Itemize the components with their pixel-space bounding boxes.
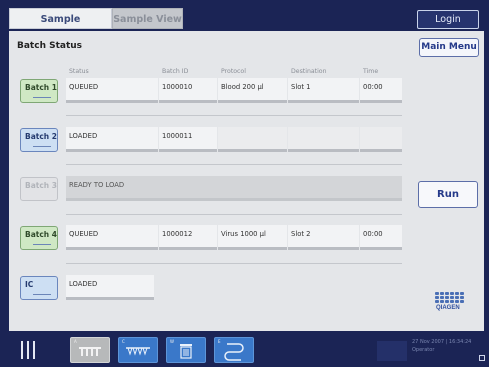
waste-bin-icon[interactable]: W: [166, 337, 206, 363]
toolbar-letter: E: [218, 339, 221, 344]
status-cell: LOADED: [66, 275, 154, 300]
destination-cell: Slot 2: [288, 225, 359, 250]
protocol-cell: Virus 1000 µl: [218, 225, 287, 250]
divider: [66, 115, 402, 116]
login-button[interactable]: Login: [417, 10, 479, 29]
column-header-destination: Destination: [291, 68, 327, 75]
status-cell: READY TO LOAD: [66, 176, 402, 201]
corner-icon[interactable]: [479, 355, 485, 361]
divider: [66, 164, 402, 165]
status-box: [377, 341, 407, 361]
status-cell: LOADED: [66, 127, 158, 152]
toolbar-letter: W: [170, 339, 174, 344]
tab-sample-preparation[interactable]: Sample Preparation: [9, 8, 112, 46]
time-cell: 00:00: [360, 78, 402, 103]
column-header-status: Status: [69, 68, 89, 75]
toolbar-letter: A: [74, 339, 77, 344]
batch-id-cell: 1000012: [159, 225, 217, 250]
logo-dots: [435, 292, 472, 303]
divider: [66, 214, 402, 215]
batch-4-button[interactable]: Batch 4: [20, 226, 58, 250]
column-header-time: Time: [363, 68, 379, 75]
batch-2-button[interactable]: Batch 2: [20, 128, 58, 152]
datetime-text: 27 Nov 2007 | 16:34:24: [412, 339, 472, 345]
batch-id-cell: 1000010: [159, 78, 217, 103]
batch-1-button[interactable]: Batch 1: [20, 79, 58, 103]
status-cell: QUEUED: [66, 78, 158, 103]
batch-4-label: Batch 4: [25, 230, 57, 239]
column-header-protocol: Protocol: [221, 68, 246, 75]
page-title: Batch Status: [17, 41, 83, 51]
tubing-icon[interactable]: E: [214, 337, 254, 363]
batch-3-button: Batch 3: [20, 177, 58, 201]
operator-text: Operator: [412, 347, 435, 353]
underline-decor: [33, 244, 51, 245]
qiagen-logo: QIAGEN: [432, 292, 472, 322]
tube-rack-icon[interactable]: A: [70, 337, 110, 363]
toolbar-letter: C: [122, 339, 125, 344]
underline-decor: [33, 97, 51, 98]
batch-1-label: Batch 1: [25, 83, 57, 92]
divider: [66, 263, 402, 264]
tab-sample-view[interactable]: Sample View: [112, 8, 183, 29]
batch-3-label: Batch 3: [25, 181, 57, 190]
pipette-tips-icon[interactable]: C: [118, 337, 158, 363]
status-cell: QUEUED: [66, 225, 158, 250]
ic-label: IC: [25, 280, 34, 289]
time-cell: 00:00: [360, 225, 402, 250]
batch-id-cell: 1000011: [159, 127, 217, 152]
underline-decor: [33, 146, 51, 147]
destination-cell: Slot 1: [288, 78, 359, 103]
protocol-cell: [218, 127, 287, 152]
column-header-batch-id: Batch ID: [162, 68, 189, 75]
time-cell: [360, 127, 402, 152]
batch-2-label: Batch 2: [25, 132, 57, 141]
underline-decor: [33, 294, 51, 295]
ic-button[interactable]: IC: [20, 276, 58, 300]
destination-cell: [288, 127, 359, 152]
run-button[interactable]: Run: [418, 181, 478, 208]
main-menu-button[interactable]: Main Menu: [419, 38, 479, 57]
logo-text: QIAGEN: [436, 305, 460, 311]
protocol-cell: Blood 200 µl: [218, 78, 287, 103]
columns-icon[interactable]: [9, 337, 49, 363]
